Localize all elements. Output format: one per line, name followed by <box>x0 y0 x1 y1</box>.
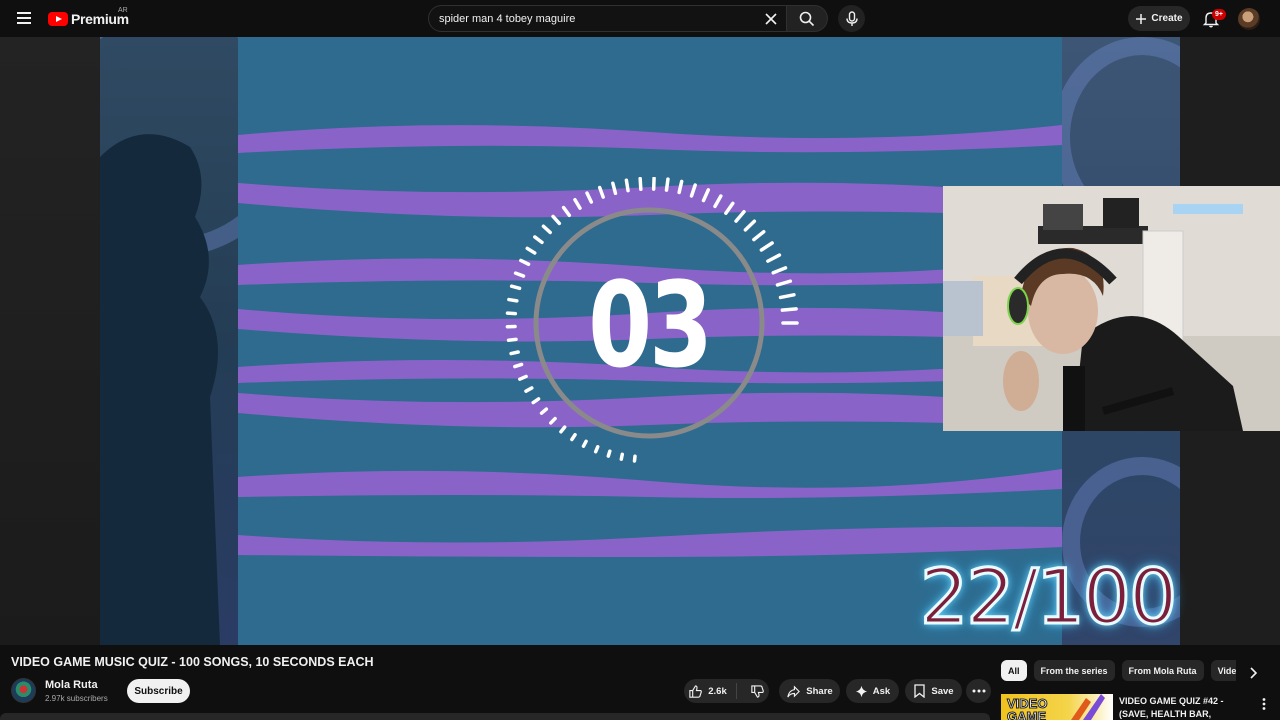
channel-name[interactable]: Mola Ruta <box>45 679 98 691</box>
account-avatar[interactable] <box>1238 8 1260 30</box>
more-vertical-icon[interactable] <box>1257 697 1271 711</box>
countdown-tick <box>771 266 788 275</box>
bookmark-icon <box>914 684 926 698</box>
sparkle-icon <box>855 685 867 697</box>
share-label: Share <box>806 685 833 697</box>
countdown-timer: 03 <box>498 177 800 472</box>
countdown-tick <box>766 253 782 263</box>
chip-all[interactable]: All <box>1001 660 1027 681</box>
thumbs-up-icon <box>689 684 703 698</box>
chevron-right-icon[interactable] <box>1244 664 1262 682</box>
video-title: VIDEO GAME MUSIC QUIZ - 100 SONGS, 10 SE… <box>11 655 374 669</box>
countdown-tick <box>507 297 519 303</box>
countdown-tick <box>509 284 522 291</box>
countdown-tick <box>509 350 520 356</box>
countdown-tick <box>513 362 524 369</box>
countdown-tick <box>506 337 518 342</box>
quiz-progress-counter: 22/100 <box>919 552 1179 641</box>
chip-from-series[interactable]: From the series <box>1033 660 1115 681</box>
countdown-tick <box>518 374 528 381</box>
search-button[interactable] <box>787 5 828 32</box>
country-code: AR <box>118 7 128 14</box>
youtube-premium-logo[interactable]: Premium AR <box>48 7 129 29</box>
like-count: 2.6k <box>708 685 727 697</box>
player-letterbox-left <box>0 37 100 645</box>
like-dislike-group: 2.6k <box>684 679 769 703</box>
countdown-tick <box>513 271 526 278</box>
more-horizontal-icon <box>972 689 985 693</box>
countdown-tick <box>505 311 518 316</box>
subscribe-button[interactable]: Subscribe <box>127 679 190 703</box>
thumbnail-art <box>1071 694 1105 720</box>
microphone-icon <box>845 10 858 26</box>
like-button[interactable]: 2.6k <box>688 683 737 699</box>
close-icon[interactable] <box>762 10 780 28</box>
silhouette-graphic <box>100 134 220 645</box>
dislike-button[interactable] <box>742 684 765 699</box>
notification-badge: 9+ <box>1212 9 1226 20</box>
create-button[interactable]: Create <box>1128 6 1190 31</box>
share-icon <box>787 684 801 698</box>
top-bar: Premium AR Create 9+ <box>0 0 1280 37</box>
voice-search-button[interactable] <box>838 5 865 32</box>
channel-avatar[interactable] <box>11 678 36 703</box>
create-label: Create <box>1151 13 1183 24</box>
plus-icon <box>1136 13 1147 24</box>
countdown-number: 03 <box>588 255 713 394</box>
ask-button[interactable]: Ask <box>846 679 899 703</box>
menu-icon[interactable] <box>14 9 34 29</box>
save-label: Save <box>931 685 954 697</box>
thumbs-down-icon <box>751 684 764 698</box>
search-input[interactable] <box>439 6 759 31</box>
countdown-tick <box>780 307 798 312</box>
share-button[interactable]: Share <box>779 679 840 703</box>
chip-videos[interactable]: Vide <box>1210 660 1236 681</box>
chip-from-channel[interactable]: From Mola Ruta <box>1121 660 1204 681</box>
ask-label: Ask <box>872 685 891 697</box>
search-icon <box>799 11 815 26</box>
youtube-play-icon <box>48 12 68 26</box>
background-art-left <box>100 37 238 645</box>
description-box-edge <box>0 713 990 720</box>
search-bar <box>428 5 828 32</box>
search-box <box>428 5 787 32</box>
subscriber-count: 2.97k subscribers <box>45 694 108 703</box>
recommendation-thumbnail[interactable]: VIDEO GAME <box>1001 694 1113 720</box>
streamer-webcam <box>943 186 1280 431</box>
save-button[interactable]: Save <box>905 679 962 703</box>
more-actions-button[interactable] <box>966 679 991 703</box>
countdown-tick <box>775 279 793 287</box>
video-player[interactable]: 03 22/100 <box>0 37 1280 645</box>
recommendation-filter-chips: All From the series From Mola Ruta Vide <box>1001 660 1236 681</box>
webcam-feed-image <box>943 186 1280 431</box>
countdown-tick <box>519 258 531 267</box>
countdown-tick <box>778 293 796 300</box>
recommendation-title[interactable]: VIDEO GAME QUIZ #42 - (SAVE, HEALTH BAR,… <box>1119 695 1255 720</box>
